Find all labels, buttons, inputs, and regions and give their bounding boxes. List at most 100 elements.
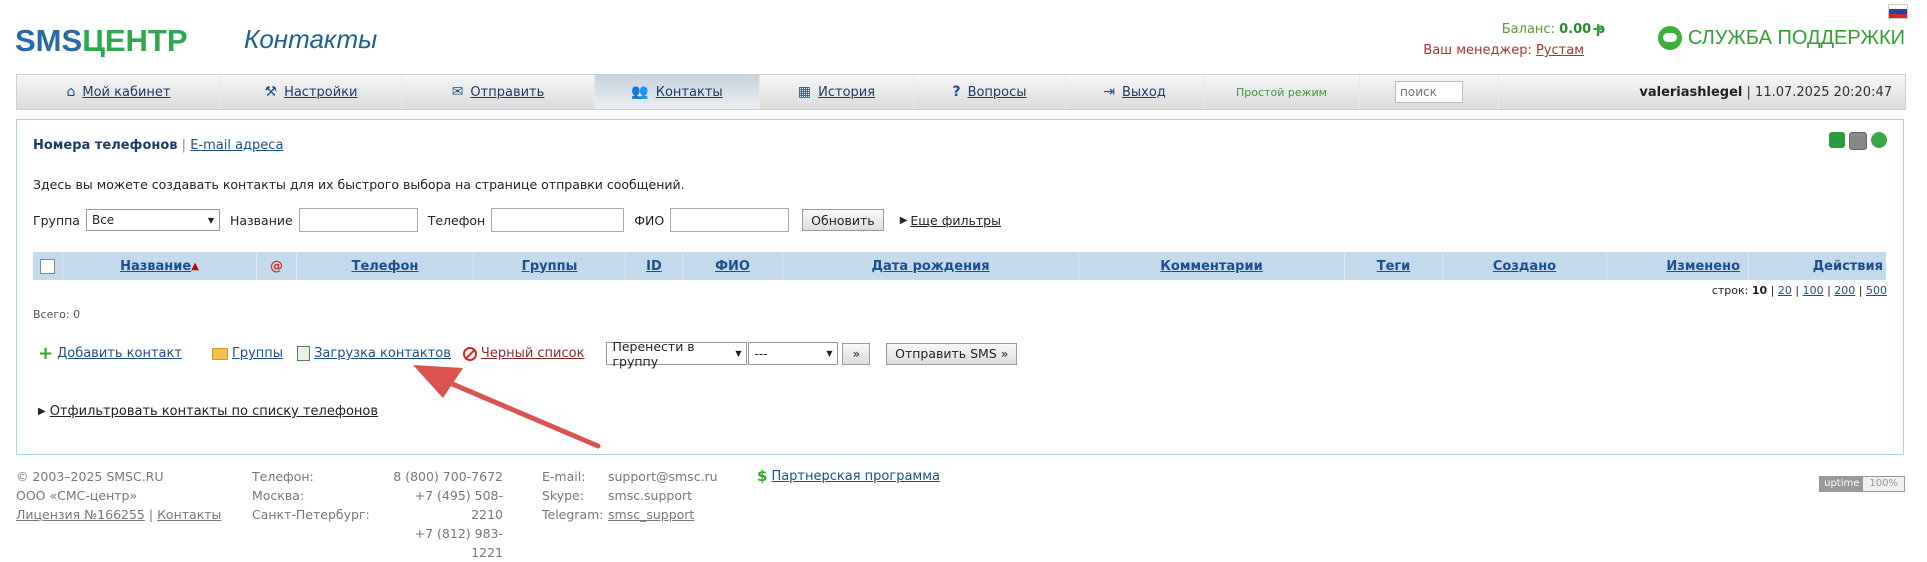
group-select-value: Все [91, 213, 115, 227]
logout-icon: ⇥ [1103, 84, 1115, 100]
envelope-icon: ✉ [451, 84, 464, 100]
download-icon[interactable] [1829, 132, 1845, 148]
nav-item-simple-mode[interactable]: Простой режим [1204, 75, 1360, 109]
refresh-icon[interactable] [1871, 132, 1887, 148]
name-input[interactable] [298, 208, 418, 232]
phone-value: 8 (800) 700-7672 [393, 469, 503, 484]
email-value[interactable]: support@smsc.ru [608, 467, 718, 486]
main-nav: ⌂ Мой кабинет ⚒ Настройки ✉ Отправить 👥 … [16, 74, 1906, 110]
column-groups[interactable]: Группы [474, 252, 626, 280]
more-filters-toggle[interactable]: ▶ Еще фильтры [900, 213, 1001, 228]
fio-label: ФИО [634, 212, 665, 228]
uptime-badge[interactable]: uptime 100% [1819, 476, 1905, 492]
telegram-link[interactable]: smsc_support [608, 507, 694, 522]
support-link[interactable]: СЛУЖБА ПОДДЕРЖКИ [1657, 26, 1905, 50]
column-label: @ [270, 258, 283, 274]
add-balance-icon[interactable]: + [1592, 19, 1605, 38]
apply-move-button[interactable]: » [842, 342, 871, 365]
column-label: ФИО [715, 258, 750, 274]
nav-item-contacts[interactable]: 👥 Контакты [595, 75, 760, 109]
arrow-shaft [440, 377, 601, 449]
filter-by-phones-label: Отфильтровать контакты по списку телефон… [49, 404, 379, 419]
column-modified[interactable]: Изменено [1607, 252, 1749, 280]
tab-phones[interactable]: Номера телефонов [33, 138, 178, 153]
arrow-head [413, 365, 463, 398]
nav-item-send[interactable]: ✉ Отправить [402, 75, 595, 109]
contacts-link[interactable]: Контакты [157, 507, 221, 522]
column-name[interactable]: Название ▲ [63, 252, 257, 280]
add-contact-label: Добавить контакт [57, 346, 182, 361]
filter-by-phones-toggle[interactable]: ▶ Отфильтровать контакты по списку телеф… [38, 404, 378, 419]
nav-item-history[interactable]: ▦ История [760, 75, 914, 109]
nav-label: Контакты [655, 84, 723, 100]
rows-option-100[interactable]: 100 [1803, 284, 1824, 297]
phone-input[interactable] [491, 208, 625, 232]
spb-value: +7 (812) 983-1221 [414, 526, 503, 560]
folder-icon [211, 347, 228, 360]
footer-license-row: Лицензия №166255 | Контакты [16, 507, 222, 522]
nav-item-settings[interactable]: ⚒ Настройки [221, 75, 402, 109]
column-birthdate[interactable]: Дата рождения [783, 252, 1079, 280]
column-id[interactable]: ID [626, 252, 683, 280]
print-icon[interactable] [1849, 132, 1867, 150]
fio-input[interactable] [670, 208, 790, 232]
caret-right-icon: ▶ [899, 214, 908, 226]
group-select[interactable]: Все ▼ [85, 209, 220, 231]
blocked-icon [462, 346, 477, 361]
manager-link[interactable]: Рустам [1536, 43, 1584, 58]
tab-separator: | [181, 138, 187, 153]
column-tags[interactable]: Теги [1345, 252, 1443, 280]
phone-label: Телефон [427, 212, 486, 228]
footer-phone-labels: Телефон: Москва: Санкт-Петербург: [252, 467, 370, 524]
nav-item-logout[interactable]: ⇥ Выход [1066, 75, 1204, 109]
tab-emails[interactable]: E-mail адреса [190, 138, 283, 153]
toolbar-icons [1829, 132, 1887, 150]
language-flag-icon[interactable] [1888, 4, 1908, 19]
nav-item-questions[interactable]: ? Вопросы [914, 75, 1066, 109]
column-fio[interactable]: ФИО [683, 252, 783, 280]
chevron-down-icon: ▼ [735, 349, 742, 358]
refresh-button[interactable]: Обновить [802, 209, 884, 231]
rows-current: 10 [1751, 284, 1768, 297]
caret-right-icon: ▶ [38, 406, 46, 417]
logo[interactable]: SMSЦЕНТР [15, 24, 188, 58]
column-label: ID [646, 258, 662, 274]
target-group-select[interactable]: --- ▼ [748, 342, 839, 365]
nav-label: История [818, 84, 876, 100]
send-sms-button[interactable]: Отправить SMS » [886, 342, 1018, 365]
footer-phone-values: 8 (800) 700-7672 +7 (495) 508-2210 +7 (8… [388, 467, 503, 562]
select-all-checkbox[interactable] [40, 258, 55, 274]
name-label: Название [229, 212, 293, 228]
rows-option-200[interactable]: 200 [1834, 284, 1855, 297]
uptime-label: uptime [1820, 477, 1864, 491]
select-all-cell [33, 252, 63, 280]
column-label: Создано [1492, 258, 1557, 274]
column-comments[interactable]: Комментарии [1079, 252, 1345, 280]
license-link[interactable]: Лицензия №166255 [16, 507, 145, 522]
column-created[interactable]: Создано [1443, 252, 1607, 280]
column-label: Изменено [1666, 258, 1740, 274]
rows-label: строк: [1711, 284, 1749, 297]
load-contacts-link[interactable]: Загрузка контактов [297, 346, 451, 361]
search-input[interactable] [1395, 81, 1463, 103]
rows-option-20[interactable]: 20 [1778, 284, 1792, 297]
blacklist-link[interactable]: Черный список [462, 346, 585, 361]
plus-icon: + [38, 343, 54, 364]
rows-option-500[interactable]: 500 [1866, 284, 1887, 297]
target-group-value: --- [754, 346, 768, 361]
chevron-down-icon: ▼ [826, 349, 833, 358]
nav-item-cabinet[interactable]: ⌂ Мой кабинет [17, 75, 221, 109]
move-to-group-select[interactable]: Перенести в группу ▼ [606, 339, 748, 369]
telegram-label: Telegram: [542, 507, 604, 522]
column-phone[interactable]: Телефон [297, 252, 474, 280]
footer-company-name: ООО «СМС-центр» [16, 488, 138, 503]
separator: | [1746, 85, 1756, 100]
blacklist-label: Черный список [480, 346, 585, 361]
calendar-icon: ▦ [797, 84, 812, 100]
group-label: Группа [33, 212, 80, 228]
partner-program-link[interactable]: $ Партнерская программа [757, 467, 940, 485]
add-contact-link[interactable]: + Добавить контакт [38, 343, 182, 364]
spb-label: Санкт-Петербург: [252, 507, 370, 522]
groups-link[interactable]: Группы [211, 346, 283, 361]
column-email[interactable]: @ [257, 252, 297, 280]
